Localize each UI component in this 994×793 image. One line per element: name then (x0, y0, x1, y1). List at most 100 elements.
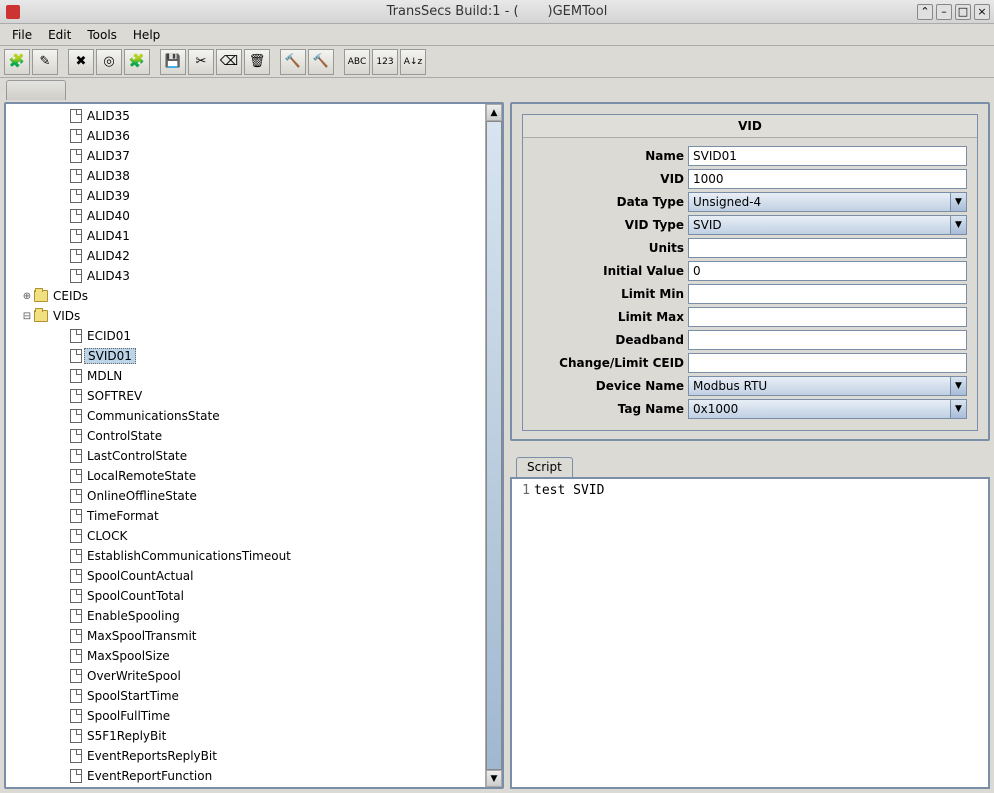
tree-item-label: MDLN (84, 369, 125, 383)
tree-item-localremotestate[interactable]: LocalRemoteState (6, 466, 485, 486)
tree-item-alid39[interactable]: ALID39 (6, 186, 485, 206)
window-maximize-button[interactable]: □ (955, 4, 971, 20)
toolbar-sort-az-icon[interactable]: A↓z (400, 49, 426, 75)
menu-file[interactable]: File (4, 26, 40, 44)
window-minimize-button[interactable]: – (936, 4, 952, 20)
tree-item-label: ALID43 (84, 269, 133, 283)
tree-item-communicationsstate[interactable]: CommunicationsState (6, 406, 485, 426)
tree-item-onlineofflinestate[interactable]: OnlineOfflineState (6, 486, 485, 506)
toolbar-puzzle-icon[interactable]: 🧩 (124, 49, 150, 75)
toolbar-wand-icon[interactable]: ✎ (32, 49, 58, 75)
tree-item-label: ALID35 (84, 109, 133, 123)
scroll-thumb[interactable] (486, 121, 502, 770)
tree-item-ceids[interactable]: ⊕CEIDs (6, 286, 485, 306)
tree-item-spoolfulltime[interactable]: SpoolFullTime (6, 706, 485, 726)
script-editor[interactable]: 1 test SVID (510, 477, 990, 789)
tree-item-alid37[interactable]: ALID37 (6, 146, 485, 166)
tree-item-lastcontrolstate[interactable]: LastControlState (6, 446, 485, 466)
file-icon (70, 129, 82, 143)
main-workspace: ALID35 ALID36ALID37ALID38ALID39ALID40 ALID… (0, 100, 994, 793)
tree-item-label: ECID01 (84, 329, 134, 343)
script-tab[interactable]: Script (516, 457, 573, 477)
tree-item-vids[interactable]: ⊟VIDs (6, 306, 485, 326)
tree-toggle-icon[interactable]: ⊟ (22, 311, 32, 322)
input-units[interactable] (688, 238, 967, 258)
tree-panel: ALID35 ALID36ALID37ALID38ALID39ALID40 ALID… (4, 102, 504, 789)
toolbar-puzzle-x-icon[interactable]: ✖ (68, 49, 94, 75)
tree-item-softrev[interactable]: SOFTREV (6, 386, 485, 406)
tree-item-spoolstarttime[interactable]: SpoolStartTime (6, 686, 485, 706)
input-limitmin[interactable] (688, 284, 967, 304)
tree-item-enablespooling[interactable]: EnableSpooling (6, 606, 485, 626)
tree-item-ecid01[interactable]: ECID01 (6, 326, 485, 346)
chevron-down-icon: ▼ (950, 400, 966, 418)
properties-panel: VID Name VID Data TypeUnsigned-4▼ VID Ty… (510, 102, 990, 441)
select-tagname[interactable]: 0x1000▼ (688, 399, 967, 419)
file-icon (70, 749, 82, 763)
tree-item-alid40[interactable]: ALID40 (6, 206, 485, 226)
toolbar-hammer-run-icon[interactable]: 🔨 (308, 49, 334, 75)
tree-item-s5f1replybit[interactable]: S5F1ReplyBit (6, 726, 485, 746)
input-deadband[interactable] (688, 330, 967, 350)
tree-item-svid01[interactable]: SVID01 (6, 346, 485, 366)
menu-tools[interactable]: Tools (79, 26, 125, 44)
window-title: TransSecs Build:1 - ( )GEMTool (6, 4, 988, 19)
toolbar-eraser-icon[interactable]: ⌫ (216, 49, 242, 75)
tree-item-alid35[interactable]: ALID35 (6, 106, 485, 126)
menubar: File Edit Tools Help (0, 24, 994, 46)
toolbar-target-icon[interactable]: ◎ (96, 49, 122, 75)
tree-item-mdln[interactable]: MDLN (6, 366, 485, 386)
toolbar-cut-icon[interactable]: ✂ (188, 49, 214, 75)
input-limitmax[interactable] (688, 307, 967, 327)
select-devicename[interactable]: Modbus RTU▼ (688, 376, 967, 396)
toolbar-save-icon[interactable]: 💾 (160, 49, 186, 75)
window-restore-button[interactable]: ⌃ (917, 4, 933, 20)
folder-icon (34, 290, 48, 302)
menu-help[interactable]: Help (125, 26, 168, 44)
tree-item-spoolcounttotal[interactable]: SpoolCountTotal (6, 586, 485, 606)
scroll-up-icon[interactable]: ▲ (486, 104, 502, 121)
toolbar-delete-icon[interactable]: 🗑 (244, 49, 270, 75)
label-vid: VID (533, 172, 688, 186)
file-icon (70, 629, 82, 643)
tree-item-alid42[interactable]: ALID42 (6, 246, 485, 266)
input-vid[interactable] (688, 169, 967, 189)
tree-item-eventreportsreplybit[interactable]: EventReportsReplyBit (6, 746, 485, 766)
tree-item-alid41[interactable]: ALID41 (6, 226, 485, 246)
tree-item-overwritespool[interactable]: OverWriteSpool (6, 666, 485, 686)
toolbar-puzzle-add-icon[interactable]: 🧩 (4, 49, 30, 75)
tree-item-label: EstablishCommunicationsTimeout (84, 549, 294, 563)
file-icon (70, 349, 82, 363)
toolbar-sort-num-icon[interactable]: 123 (372, 49, 398, 75)
select-datatype[interactable]: Unsigned-4▼ (688, 192, 967, 212)
tree-item-alid36[interactable]: ALID36 (6, 126, 485, 146)
tree-item-timeformat[interactable]: TimeFormat (6, 506, 485, 526)
editor-tab[interactable] (6, 80, 66, 100)
tree-item-maxspoolsize[interactable]: MaxSpoolSize (6, 646, 485, 666)
vertical-splitter[interactable] (510, 445, 990, 453)
menu-edit[interactable]: Edit (40, 26, 79, 44)
tree-item-clock[interactable]: CLOCK (6, 526, 485, 546)
tree-view[interactable]: ALID35 ALID36ALID37ALID38ALID39ALID40 ALID… (6, 104, 485, 787)
select-vidtype[interactable]: SVID▼ (688, 215, 967, 235)
tree-item-spoolcountactual[interactable]: SpoolCountActual (6, 566, 485, 586)
file-icon (70, 249, 82, 263)
tree-item-label: ALID41 (84, 229, 133, 243)
tree-item-controlstate[interactable]: ControlState (6, 426, 485, 446)
toolbar-sort-alpha-icon[interactable]: ABC (344, 49, 370, 75)
tree-item-eventreportfunction[interactable]: EventReportFunction (6, 766, 485, 786)
tree-item-maxspooltransmit[interactable]: MaxSpoolTransmit (6, 626, 485, 646)
tree-item-alid38[interactable]: ALID38 (6, 166, 485, 186)
input-name[interactable] (688, 146, 967, 166)
scroll-down-icon[interactable]: ▼ (486, 770, 502, 787)
toolbar-hammer-icon[interactable]: 🔨 (280, 49, 306, 75)
tree-scrollbar[interactable]: ▲ ▼ (485, 104, 502, 787)
tree-toggle-icon[interactable]: ⊕ (22, 291, 32, 302)
tree-item-label: SpoolStartTime (84, 689, 182, 703)
input-initial[interactable] (688, 261, 967, 281)
input-changeceid[interactable] (688, 353, 967, 373)
tree-item-alid43[interactable]: ALID43 (6, 266, 485, 286)
file-icon (70, 569, 82, 583)
window-close-button[interactable]: × (974, 4, 990, 20)
tree-item-establishcommunicationstimeout[interactable]: EstablishCommunicationsTimeout (6, 546, 485, 566)
